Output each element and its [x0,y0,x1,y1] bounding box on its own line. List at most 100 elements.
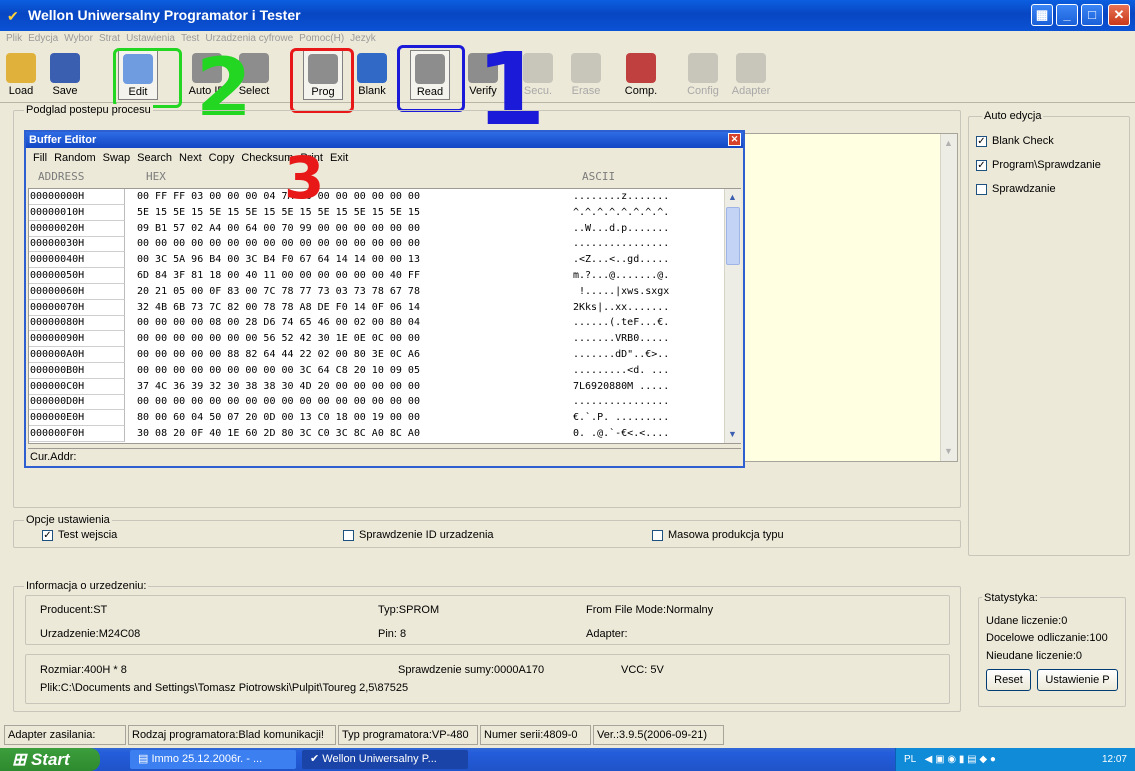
stats-label: Statystyka: [982,592,1040,604]
hex-scroll-down-icon[interactable]: ▼ [725,427,740,442]
row-ascii[interactable]: .<Z...<..gd..... [573,252,723,268]
row-hex[interactable]: 09 B1 57 02 A4 00 64 00 70 99 00 00 00 0… [137,221,567,237]
menu-pomoc[interactable]: Pomoc(H) [299,31,344,47]
row-ascii[interactable]: ..W...d.p....... [573,221,723,237]
checksum-text: Sprawdzenie sumy:0000A170 [398,664,545,676]
row-ascii[interactable]: ................ [573,394,723,410]
hex-scroll-up-icon[interactable]: ▲ [725,190,740,205]
test-wejscia-option[interactable]: ✓ Test wejscia [42,529,117,541]
ustawienie-button[interactable]: Ustawienie P [1037,669,1118,691]
device-info-inner-top [25,595,950,645]
be-menu-next[interactable]: Next [179,149,202,167]
row-hex[interactable]: 00 00 00 00 08 00 28 D6 74 65 46 00 02 0… [137,315,567,331]
menu-edycja[interactable]: Edycja [28,31,58,47]
docelowe-text: Docelowe odliczanie:100 [986,632,1108,644]
be-menu-random[interactable]: Random [54,149,96,167]
maximize-button[interactable]: □ [1081,4,1103,26]
load-button[interactable]: Load [1,50,41,100]
row-hex[interactable]: 20 21 05 00 0F 83 00 7C 78 77 73 03 73 7… [137,284,567,300]
task-immo[interactable]: ▤ Immo 25.12.2006r. - ... [130,750,296,769]
row-hex[interactable]: 5E 15 5E 15 5E 15 5E 15 5E 15 5E 15 5E 1… [137,205,567,221]
restore-tiled-button[interactable]: ▦ [1031,4,1053,26]
verify-check-label: Sprawdzanie [992,183,1056,195]
program-check-option[interactable]: ✓ Program\Sprawdzanie [976,159,1101,171]
menu-strat[interactable]: Strat [99,31,120,47]
test-wejscia-checkbox[interactable]: ✓ [42,529,53,541]
be-menu-swap[interactable]: Swap [103,149,131,167]
ascii-header: ASCII [582,170,616,183]
reset-button[interactable]: Reset [986,669,1031,691]
row-hex[interactable]: 37 4C 36 39 32 30 38 38 30 4D 20 00 00 0… [137,379,567,395]
row-hex[interactable]: 00 3C 5A 96 B4 00 3C B4 F0 67 64 14 14 0… [137,252,567,268]
be-menu-copy[interactable]: Copy [209,149,235,167]
masowa-option[interactable]: Masowa produkcja typu [652,529,784,541]
row-hex[interactable]: 00 00 00 00 00 00 00 00 00 00 00 00 00 0… [137,236,567,252]
progress-log-scrollbar[interactable]: ▲ ▼ [940,134,957,461]
row-ascii[interactable]: 7L6920880M ..... [573,379,723,395]
hex-scroll-thumb[interactable] [726,207,740,265]
verify-check-checkbox[interactable] [976,183,987,195]
verify-check-option[interactable]: Sprawdzanie [976,183,1056,195]
be-menu-search[interactable]: Search [137,149,172,167]
taskbar: ⊞ Start ▤ Immo 25.12.2006r. - ... ✔ Well… [0,748,1135,771]
task-wellon[interactable]: ✔ Wellon Uniwersalny P... [302,750,468,769]
menu-jezyk[interactable]: Jezyk [350,31,376,47]
minimize-button[interactable]: _ [1056,4,1078,26]
row-ascii[interactable]: ^.^.^.^.^.^.^.^. [573,205,723,221]
adapter-button[interactable]: Adapter [731,50,771,100]
buffer-editor-close-button[interactable]: ✕ [728,133,741,146]
sprawdzenie-id-option[interactable]: Sprawdzenie ID urzadzenia [343,529,494,541]
sprawdzenie-id-checkbox[interactable] [343,529,354,541]
erase-button[interactable]: Erase [566,50,606,100]
row-hex[interactable]: 6D 84 3F 81 18 00 40 11 00 00 00 00 00 0… [137,268,567,284]
title-bar[interactable]: ✔ Wellon Uniwersalny Programator i Teste… [0,0,1135,31]
adapter-label: Adapter [731,85,771,97]
row-ascii[interactable]: !.....|xws.sxgx [573,284,723,300]
row-hex[interactable]: 00 00 00 00 00 00 00 00 00 3C 64 C8 20 1… [137,363,567,379]
document-icon: ▤ [138,753,152,765]
auto-edit-label: Auto edycja [982,110,1044,122]
close-button[interactable]: ✕ [1108,4,1130,26]
scroll-up-icon[interactable]: ▲ [941,136,956,151]
row-ascii[interactable]: 0. .@.`-€<.<.... [573,426,723,442]
row-hex[interactable]: 00 00 00 00 00 00 00 00 00 00 00 00 00 0… [137,394,567,410]
menu-plik[interactable]: Plik [6,31,22,47]
scroll-down-icon[interactable]: ▼ [941,444,956,459]
be-menu-fill[interactable]: Fill [33,149,47,167]
row-ascii[interactable]: ......(.teF...€. [573,315,723,331]
save-button[interactable]: Save [45,50,85,100]
language-indicator[interactable]: PL [904,754,916,765]
row-hex[interactable]: 00 00 00 00 00 88 82 64 44 22 02 00 80 3… [137,347,567,363]
buffer-editor-titlebar[interactable]: Buffer Editor ✕ [26,132,743,148]
blank-button[interactable]: Blank [352,50,392,100]
row-ascii[interactable]: .......VRB0..... [573,331,723,347]
help-icon [357,53,387,83]
be-menu-exit[interactable]: Exit [330,149,348,167]
row-ascii[interactable]: 2Kks|..xx....... [573,300,723,316]
comp-button[interactable]: Comp. [621,50,661,100]
tray-icons[interactable]: ◀ ▣ ◉ ▮ ▤ ◆ ● [925,754,996,765]
row-ascii[interactable]: .........<d. ... [573,363,723,379]
test-wejscia-label: Test wejscia [58,529,118,541]
row-ascii[interactable]: .......dD"..€>.. [573,347,723,363]
row-hex[interactable]: 00 FF FF 03 00 00 00 04 7A B6 00 00 00 0… [137,189,567,205]
blank-check-option[interactable]: ✓ Blank Check [976,135,1054,147]
masowa-checkbox[interactable] [652,529,663,541]
config-button[interactable]: Config [683,50,723,100]
row-hex[interactable]: 00 00 00 00 00 00 00 56 52 42 30 1E 0E 0… [137,331,567,347]
row-ascii[interactable]: ........z....... [573,189,723,205]
row-hex[interactable]: 32 4B 6B 73 7C 82 00 78 78 A8 DE F0 14 0… [137,300,567,316]
row-address: 00000080H [29,315,125,332]
menu-ustawienia[interactable]: Ustawienia [126,31,175,47]
hex-grid-scrollbar[interactable]: ▲ ▼ [724,189,741,443]
row-ascii[interactable]: ................ [573,236,723,252]
start-button[interactable]: ⊞ Start [0,748,100,771]
blank-check-checkbox[interactable]: ✓ [976,135,987,147]
program-check-checkbox[interactable]: ✓ [976,159,987,171]
row-hex[interactable]: 80 00 60 04 50 07 20 0D 00 13 C0 18 00 1… [137,410,567,426]
row-ascii[interactable]: m.?...@.......@. [573,268,723,284]
menu-wybor[interactable]: Wybor [64,31,93,47]
row-hex[interactable]: 30 08 20 0F 40 1E 60 2D 80 3C C0 3C 8C A… [137,426,567,442]
row-ascii[interactable]: €.`.P. ......... [573,410,723,426]
hex-grid[interactable]: 000000F0H 30 08 20 0F 40 1E 60 2D 80 3C C… [28,188,741,444]
